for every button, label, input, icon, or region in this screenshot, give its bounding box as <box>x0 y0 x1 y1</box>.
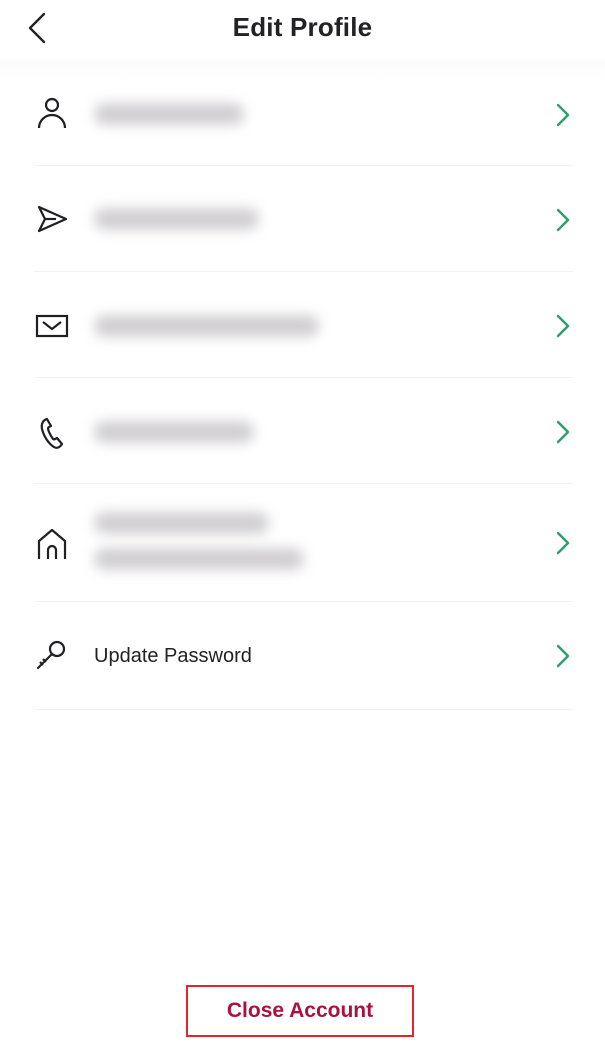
person-icon <box>37 97 67 129</box>
chevron-right-icon <box>556 103 570 127</box>
redacted-text <box>94 512 269 534</box>
key-icon <box>36 640 66 670</box>
send-icon <box>37 205 68 233</box>
row-divider <box>34 709 573 710</box>
phone-value <box>94 421 254 443</box>
chevron-right-icon <box>556 531 570 555</box>
envelope-icon <box>35 314 69 338</box>
display-name-value <box>94 208 259 230</box>
profile-row-name[interactable] <box>0 60 605 166</box>
phone-icon <box>40 417 64 449</box>
profile-row-email[interactable] <box>0 272 605 378</box>
redacted-text <box>94 315 319 337</box>
chevron-right-icon <box>556 208 570 232</box>
redacted-text <box>94 421 254 443</box>
close-account-label: Close Account <box>226 999 374 1022</box>
redacted-text <box>94 548 304 570</box>
name-value <box>94 103 244 125</box>
profile-field-list: Update Password <box>0 60 605 710</box>
email-value <box>94 315 319 337</box>
redacted-text <box>94 103 244 125</box>
chevron-right-icon <box>556 644 570 668</box>
address-value <box>94 512 304 570</box>
profile-row-display-name[interactable] <box>0 166 605 272</box>
profile-row-phone[interactable] <box>0 378 605 484</box>
chevron-right-icon <box>556 420 570 444</box>
header-bar: Edit Profile <box>0 0 605 60</box>
profile-row-update-password[interactable]: Update Password <box>0 602 605 710</box>
home-icon <box>37 528 67 559</box>
redacted-text <box>94 208 259 230</box>
profile-row-address[interactable] <box>0 484 605 602</box>
update-password-label: Update Password <box>94 645 252 667</box>
chevron-right-icon <box>556 314 570 338</box>
close-account-button[interactable]: Close Account <box>186 985 414 1037</box>
page-title: Edit Profile <box>232 12 373 42</box>
